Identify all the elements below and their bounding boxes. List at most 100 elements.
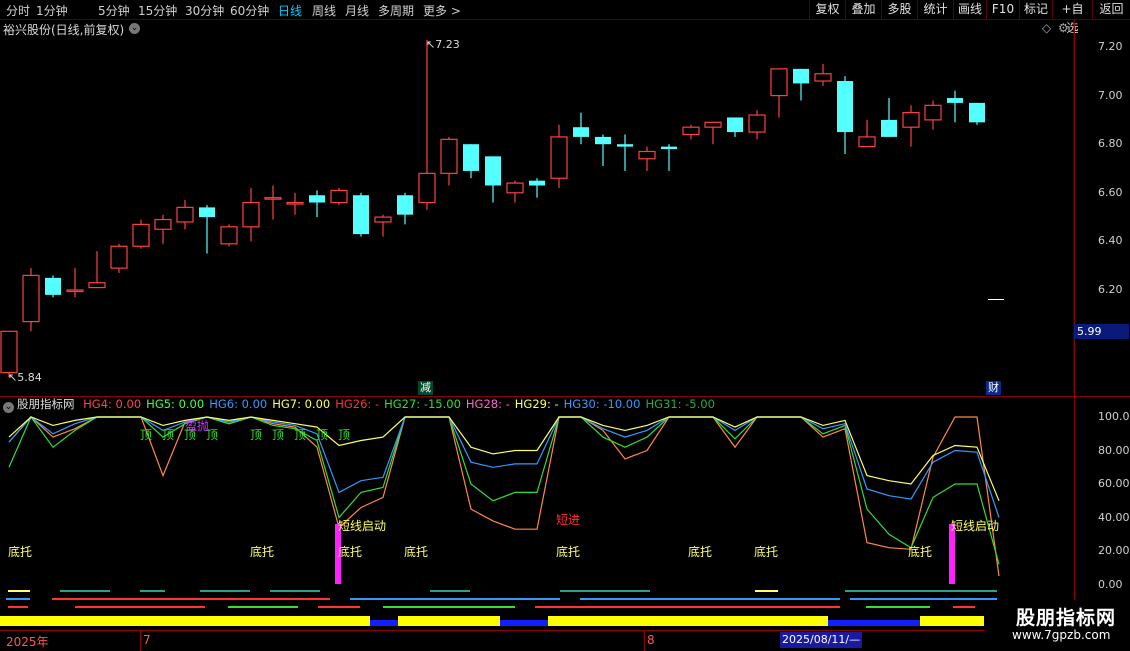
- adjust-rights-button[interactable]: 复权: [809, 0, 845, 19]
- low-price-value: 5.84: [17, 371, 42, 384]
- mark-button[interactable]: 标记: [1019, 0, 1052, 19]
- candle-body: [176, 206, 194, 223]
- candle-body: [154, 218, 172, 230]
- cursor-date: 2025/08/11/—: [780, 632, 863, 648]
- candle-body: [485, 156, 501, 186]
- candle: [132, 219, 150, 249]
- candle-body: [506, 182, 524, 194]
- candle: [88, 251, 106, 289]
- candle-body: [638, 150, 656, 160]
- signal-tag: 短线启动: [951, 519, 1000, 533]
- candle-body: [45, 277, 61, 295]
- candle: [638, 146, 656, 171]
- status-strips: [0, 590, 997, 626]
- candle: [242, 187, 260, 242]
- signal-tag: 顶: [294, 428, 307, 442]
- price-axis-panel: [1074, 19, 1130, 396]
- candle: [924, 100, 942, 130]
- candle: [814, 64, 832, 86]
- price-label: 7.20: [1098, 40, 1123, 53]
- back-button[interactable]: 返回: [1092, 0, 1130, 19]
- tab-weekly[interactable]: 周线: [312, 2, 336, 19]
- price-label: 7.00: [1098, 89, 1123, 102]
- candle-body: [66, 289, 84, 293]
- current-price-label: 5.99: [1074, 324, 1129, 339]
- candle-body: [309, 195, 325, 203]
- candle-body: [397, 195, 413, 215]
- candle: [286, 192, 304, 215]
- tab-5min[interactable]: 5分钟: [98, 2, 130, 19]
- candle: [617, 134, 633, 171]
- candle-body: [550, 136, 568, 179]
- tab-15min[interactable]: 15分钟: [138, 2, 177, 19]
- candle: [22, 268, 40, 332]
- candle-body: [727, 117, 743, 133]
- candle: [440, 136, 458, 186]
- candle: [793, 68, 809, 101]
- candle: [770, 68, 788, 118]
- signal-tag: 顶: [272, 428, 285, 442]
- candle: [506, 180, 524, 203]
- signal-tag: 顶: [250, 428, 263, 442]
- signal-tag: 底托: [250, 545, 275, 559]
- candle: [199, 204, 215, 254]
- month-label: 8: [647, 633, 655, 647]
- indicator-axis-label: 40.00: [1098, 511, 1130, 524]
- tab-monthly[interactable]: 月线: [345, 2, 369, 19]
- candle: [309, 190, 325, 218]
- reduce-holding-marker[interactable]: 减: [418, 381, 433, 395]
- candle-body: [947, 98, 963, 103]
- signal-tag: 底托: [338, 545, 363, 559]
- axis-divider: [140, 631, 141, 651]
- candle: [748, 110, 766, 140]
- draw-line-button[interactable]: 画线: [953, 0, 986, 19]
- candle-body: [22, 274, 40, 323]
- axis-divider: [644, 631, 645, 651]
- candle-body: [220, 226, 238, 245]
- candle-body: [330, 189, 348, 204]
- candle-body: [837, 81, 853, 133]
- candle-body: [881, 119, 897, 137]
- indicator-axis-label: 80.00: [1098, 444, 1130, 457]
- candle-body: [199, 207, 215, 218]
- candle: [485, 156, 501, 203]
- tab-1min[interactable]: 1分钟: [36, 2, 68, 19]
- tab-multi-period[interactable]: 多周期: [378, 2, 414, 19]
- candle-body: [682, 126, 700, 136]
- tab-timeshare[interactable]: 分时: [6, 2, 30, 19]
- current-price-tick: [988, 299, 1004, 300]
- candle: [902, 105, 920, 147]
- signal-tag: 短进: [556, 513, 581, 527]
- candle: [66, 268, 84, 298]
- tab-more[interactable]: 更多 >: [423, 2, 461, 19]
- candle: [661, 144, 677, 171]
- finance-report-marker[interactable]: 财: [986, 381, 1001, 395]
- overlay-button[interactable]: 叠加: [845, 0, 881, 19]
- signal-tag: 顶: [162, 428, 175, 442]
- candle-body: [264, 197, 282, 200]
- candle: [595, 134, 611, 167]
- price-label: 6.40: [1098, 234, 1123, 247]
- signal-tag: 底托: [754, 545, 779, 559]
- candle-body: [617, 144, 633, 147]
- tab-30min[interactable]: 30分钟: [185, 2, 224, 19]
- top-toolbar: 分时 1分钟 5分钟 15分钟 30分钟 60分钟 日线 周线 月线 多周期 更…: [0, 0, 1130, 35]
- signal-tag: 底托: [8, 545, 33, 559]
- indicator-axis-label: 100.00: [1098, 410, 1130, 423]
- signal-tag: 顶: [184, 428, 197, 442]
- candle: [947, 90, 963, 123]
- signal-tag: 短线启动: [338, 519, 387, 533]
- signal-tag: 顶: [316, 428, 329, 442]
- candle-body: [286, 201, 304, 205]
- candle: [727, 117, 743, 137]
- tab-60min[interactable]: 60分钟: [230, 2, 269, 19]
- candle-body: [463, 144, 479, 171]
- candle: [220, 224, 238, 247]
- statistics-button[interactable]: 统计: [917, 0, 953, 19]
- add-watchlist-button[interactable]: +自选: [1052, 0, 1092, 35]
- high-price-value: 7.23: [435, 38, 460, 51]
- f10-button[interactable]: F10: [986, 0, 1019, 19]
- signal-tag: 底托: [908, 545, 933, 559]
- tab-daily[interactable]: 日线: [278, 2, 302, 19]
- multi-stock-button[interactable]: 多股: [881, 0, 917, 19]
